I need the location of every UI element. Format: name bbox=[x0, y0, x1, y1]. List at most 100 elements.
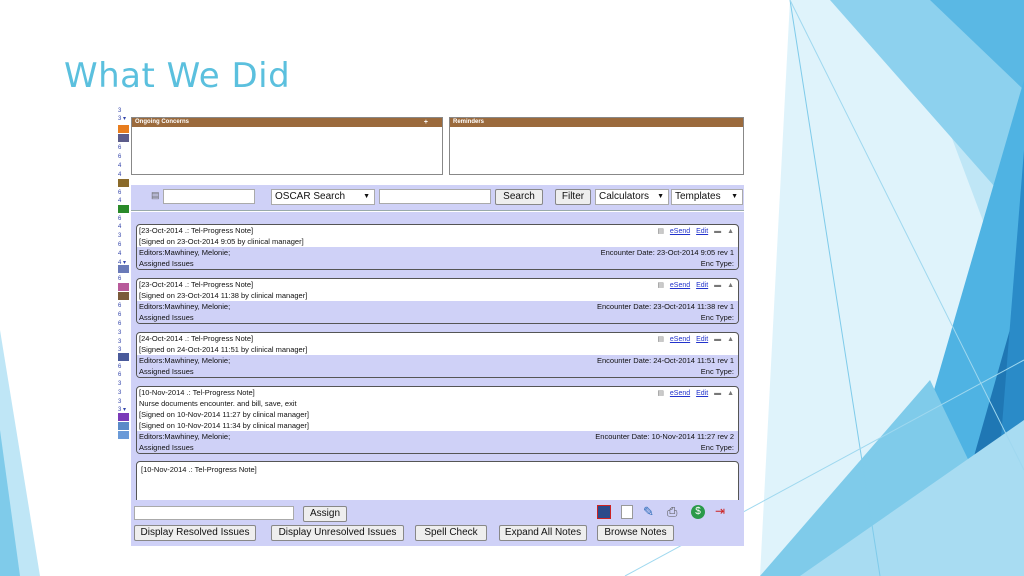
color-swatch bbox=[118, 134, 129, 142]
strip-item[interactable]: 6 bbox=[118, 320, 128, 328]
strip-item[interactable]: 6 bbox=[118, 275, 128, 283]
note-line: Nurse documents encounter. and bill, sav… bbox=[139, 399, 297, 408]
assign-button[interactable]: Assign bbox=[303, 506, 347, 522]
note-card[interactable]: ▤ eSend Edit ▬ ▲ [23-Oct-2014 .: Tel-Pro… bbox=[136, 224, 739, 270]
note-line: [Signed on 10-Nov-2014 11:34 by clinical… bbox=[139, 421, 309, 430]
document-icon: ▤ bbox=[151, 190, 160, 200]
note-card[interactable]: ▤ eSend Edit ▬ ▲ [23-Oct-2014 .: Tel-Pro… bbox=[136, 278, 739, 324]
strip-item[interactable]: 6 bbox=[118, 144, 128, 152]
assign-issue-input[interactable] bbox=[134, 506, 294, 520]
strip-item[interactable]: 6 bbox=[118, 311, 128, 319]
note-card[interactable]: ▤ eSend Edit ▬ ▲ [10-Nov-2014 .: Tel-Pro… bbox=[136, 386, 739, 454]
note-editors: Editors:Mawhiney, Melonie; bbox=[139, 432, 231, 441]
esend-link[interactable]: eSend bbox=[670, 390, 690, 397]
spell-check-button[interactable]: Spell Check bbox=[415, 525, 487, 541]
strip-item[interactable]: 3 bbox=[118, 389, 128, 397]
note-header: [24-Oct-2014 .: Tel-Progress Note] bbox=[139, 334, 254, 343]
strip-item[interactable]: 4 bbox=[118, 171, 128, 179]
color-swatch bbox=[118, 179, 129, 187]
print-icon[interactable]: ▤ bbox=[657, 390, 664, 397]
search-toolbar: ▤ OSCAR Search ▼ Search Filter Calculato… bbox=[131, 185, 744, 211]
display-unresolved-issues-button[interactable]: Display Unresolved Issues bbox=[271, 525, 404, 541]
strip-item[interactable]: 6 bbox=[118, 153, 128, 161]
strip-item[interactable]: 4 bbox=[118, 223, 128, 231]
strip-item[interactable]: 3 bbox=[118, 107, 128, 115]
panel-header[interactable]: Ongoing Concerns + bbox=[132, 118, 442, 127]
edit-link[interactable]: Edit bbox=[696, 390, 708, 397]
strip-item[interactable]: 3 bbox=[118, 329, 128, 337]
lock-icon[interactable]: ▬ bbox=[714, 228, 721, 235]
billing-icon[interactable]: $ bbox=[691, 505, 705, 519]
strip-item[interactable]: 6 bbox=[118, 371, 128, 379]
search-type-select[interactable]: OSCAR Search ▼ bbox=[271, 189, 375, 205]
exit-icon[interactable]: ⇥ bbox=[715, 504, 725, 518]
strip-item[interactable]: 6 bbox=[118, 241, 128, 249]
edit-link[interactable]: Edit bbox=[696, 336, 708, 343]
document-icon[interactable] bbox=[621, 505, 633, 519]
edit-link[interactable]: Edit bbox=[696, 282, 708, 289]
color-swatch bbox=[118, 353, 129, 361]
strip-item[interactable]: 3 bbox=[118, 232, 128, 240]
note-actions: ▤ eSend Edit ▬ ▲ bbox=[653, 389, 734, 397]
save-icon[interactable] bbox=[597, 505, 611, 519]
esend-link[interactable]: eSend bbox=[670, 336, 690, 343]
strip-item[interactable]: 3 ▾ bbox=[118, 115, 128, 123]
sign-icon[interactable]: ✎ bbox=[643, 504, 654, 520]
calculators-value: Calculators bbox=[599, 191, 650, 202]
expand-all-notes-button[interactable]: Expand All Notes bbox=[499, 525, 587, 541]
color-swatch bbox=[118, 292, 129, 300]
note-line: [Signed on 23-Oct-2014 11:38 by clinical… bbox=[139, 291, 308, 300]
note-editors: Editors:Mawhiney, Melonie; bbox=[139, 356, 231, 365]
esend-link[interactable]: eSend bbox=[670, 228, 690, 235]
search-type-value: OSCAR Search bbox=[275, 191, 346, 202]
strip-item[interactable]: 3 bbox=[118, 398, 128, 406]
reminders-panel: Reminders bbox=[449, 117, 744, 175]
print-icon[interactable]: ▤ bbox=[657, 336, 664, 343]
browse-notes-button[interactable]: Browse Notes bbox=[597, 525, 674, 541]
note-header: [23-Oct-2014 .: Tel-Progress Note] bbox=[139, 280, 254, 289]
strip-item[interactable]: 6 bbox=[118, 302, 128, 310]
note-actions: ▤ eSend Edit ▬ ▲ bbox=[653, 281, 734, 289]
color-swatch bbox=[118, 125, 129, 133]
note-issues: Assigned Issues bbox=[139, 443, 194, 452]
calculators-select[interactable]: Calculators ▼ bbox=[595, 189, 669, 205]
strip-item[interactable]: 6 bbox=[118, 215, 128, 223]
lock-icon[interactable]: ▬ bbox=[714, 390, 721, 397]
edit-link[interactable]: Edit bbox=[696, 228, 708, 235]
strip-item[interactable]: 4 bbox=[118, 162, 128, 170]
issue-strip: 3 3 ▾ 6 6 4 4 6 4 6 4 3 6 4 4 ▾ 6 6 6 6 … bbox=[117, 105, 130, 546]
lock-icon[interactable]: ▬ bbox=[714, 282, 721, 289]
strip-item[interactable]: 4 bbox=[118, 197, 128, 205]
strip-item[interactable]: 3 bbox=[118, 380, 128, 388]
collapse-icon[interactable]: ▲ bbox=[727, 390, 734, 397]
panel-header[interactable]: Reminders bbox=[450, 118, 743, 127]
note-editors-row: Editors:Mawhiney, Melonie; Encounter Dat… bbox=[137, 355, 738, 366]
print-icon[interactable]: ▤ bbox=[657, 228, 664, 235]
collapse-icon[interactable]: ▲ bbox=[727, 228, 734, 235]
add-icon[interactable]: + bbox=[424, 118, 428, 127]
note-editors-row: Editors:Mawhiney, Melonie; Encounter Dat… bbox=[137, 301, 738, 312]
color-swatch bbox=[118, 205, 129, 213]
strip-item[interactable]: 4 bbox=[118, 250, 128, 258]
search-button[interactable]: Search bbox=[495, 189, 543, 205]
note-header: [23-Oct-2014 .: Tel-Progress Note] bbox=[139, 226, 254, 235]
note-issues-row: Assigned Issues Enc Type: bbox=[137, 366, 738, 377]
strip-item[interactable]: 6 bbox=[118, 189, 128, 197]
note-actions: ▤ eSend Edit ▬ ▲ bbox=[653, 335, 734, 343]
search-term-input[interactable] bbox=[379, 189, 491, 204]
panel-title: Ongoing Concerns bbox=[135, 119, 189, 125]
note-editors: Editors:Mawhiney, Melonie; bbox=[139, 248, 231, 257]
print-icon[interactable]: ▤ bbox=[657, 282, 664, 289]
strip-item[interactable]: 3 bbox=[118, 338, 128, 346]
display-resolved-issues-button[interactable]: Display Resolved Issues bbox=[134, 525, 256, 541]
collapse-icon[interactable]: ▲ bbox=[727, 282, 734, 289]
esend-link[interactable]: eSend bbox=[670, 282, 690, 289]
quick-search-input[interactable] bbox=[163, 189, 255, 204]
collapse-icon[interactable]: ▲ bbox=[727, 336, 734, 343]
templates-select[interactable]: Templates ▼ bbox=[671, 189, 743, 205]
note-card[interactable]: ▤ eSend Edit ▬ ▲ [24-Oct-2014 .: Tel-Pro… bbox=[136, 332, 739, 378]
strip-item[interactable]: 6 bbox=[118, 363, 128, 371]
print-icon[interactable]: ⎙ bbox=[667, 504, 677, 520]
lock-icon[interactable]: ▬ bbox=[714, 336, 721, 343]
filter-button[interactable]: Filter bbox=[555, 189, 591, 205]
